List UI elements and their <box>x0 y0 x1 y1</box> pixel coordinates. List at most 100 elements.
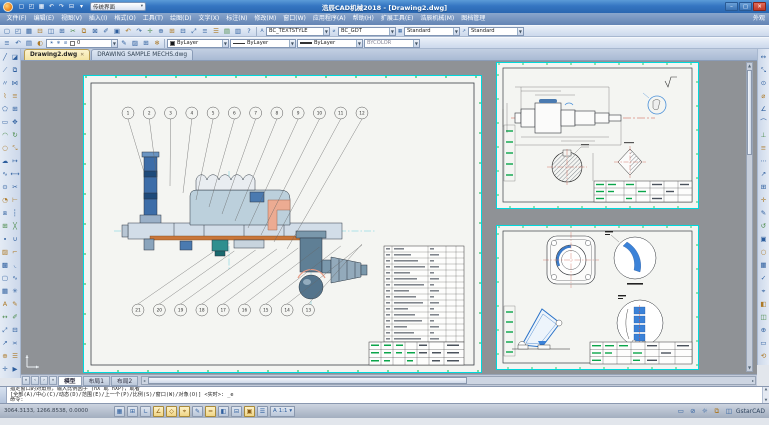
menu-item-14[interactable]: 浩辰机械(M) <box>417 13 458 25</box>
hardware-acceleration-icon[interactable]: ⧉ <box>712 406 722 416</box>
polar-icon[interactable]: ∠ <box>153 406 164 417</box>
help-icon[interactable]: ? <box>244 26 254 36</box>
dim-aligned-icon[interactable]: ⤢ <box>0 324 10 337</box>
tab-model[interactable]: 模型 <box>58 376 82 386</box>
copy-clip-icon[interactable]: ⧉ <box>79 26 89 36</box>
menu-item-13[interactable]: 扩展工具(E) <box>377 13 416 25</box>
detail-viewport-shaft[interactable] <box>497 63 698 208</box>
close-button[interactable]: ✕ <box>753 2 766 11</box>
point-icon[interactable]: ∙ <box>0 233 10 246</box>
dim-style-icon[interactable]: ▣ <box>759 233 769 246</box>
layer-match-icon[interactable]: ▨ <box>130 38 140 48</box>
plot-preview-icon[interactable]: ◫ <box>46 26 56 36</box>
move-icon[interactable]: ✥ <box>10 116 20 129</box>
zoom-realtime-icon[interactable]: ⊕ <box>156 26 166 36</box>
menu-item-2[interactable]: 视图(V) <box>58 13 86 25</box>
surface-texture-icon[interactable]: ✓ <box>759 272 769 285</box>
zoom-previous-icon[interactable]: ⊟ <box>178 26 188 36</box>
new-icon[interactable]: ▢ <box>2 26 12 36</box>
undo-icon[interactable]: ↶ <box>47 2 56 11</box>
chevron-down-icon[interactable]: ▼ <box>323 28 329 35</box>
dim-linear-icon[interactable]: ↔ <box>0 311 10 324</box>
first-layout-button[interactable]: « <box>22 376 30 385</box>
erase-icon[interactable]: ◪ <box>10 51 20 64</box>
menu-item-12[interactable]: 帮助(H) <box>349 13 377 25</box>
lineweight-combo[interactable]: ByLayer ▼ <box>297 39 363 48</box>
transparency-icon[interactable]: ◧ <box>218 406 229 417</box>
menu-item-10[interactable]: 窗口(W) <box>280 13 310 25</box>
snap-icon[interactable]: ▦ <box>114 406 125 417</box>
multiline-text-icon[interactable]: A <box>0 298 10 311</box>
dim-tolerance-icon[interactable]: ⊞ <box>759 181 769 194</box>
command-line-scrollbar[interactable]: ▲▼ <box>762 387 769 403</box>
layers-icon[interactable]: ≡ <box>200 26 210 36</box>
workspace-switcher[interactable]: 传统界面 ▾ <box>90 2 146 11</box>
block-editor-icon[interactable]: ▣ <box>112 26 122 36</box>
chevron-down-icon[interactable]: ▼ <box>356 40 362 47</box>
copy-icon[interactable]: ⧉ <box>10 64 20 77</box>
menu-item-5[interactable]: 工具(T) <box>139 13 166 25</box>
menu-item-11[interactable]: 应用程序(A) <box>309 13 349 25</box>
make-block-icon[interactable]: ⊞ <box>0 220 10 233</box>
command-line-grip[interactable] <box>0 387 7 403</box>
fillet-icon[interactable]: ◟ <box>10 259 20 272</box>
trim-icon[interactable]: ✂ <box>10 181 20 194</box>
blend-curves-icon[interactable]: ∿ <box>10 272 20 285</box>
object-snap-icon[interactable]: ◇ <box>166 406 177 417</box>
layer-freeze-icon[interactable]: ❄ <box>152 38 162 48</box>
polygon-icon[interactable]: ⬠ <box>0 103 10 116</box>
chevron-down-icon[interactable]: ▼ <box>413 40 419 47</box>
hatch-icon[interactable]: ▨ <box>0 246 10 259</box>
layer-states-icon[interactable]: ▤ <box>24 38 34 48</box>
grid-icon[interactable]: ⊞ <box>127 406 138 417</box>
offset-icon[interactable]: ≡ <box>10 90 20 103</box>
prev-layout-button[interactable]: ‹ <box>31 376 39 385</box>
model-space-icon[interactable]: ▣ <box>244 406 255 417</box>
rectangle-icon[interactable]: ▭ <box>0 116 10 129</box>
chevron-down-icon[interactable]: ▼ <box>453 28 459 35</box>
design-center-icon[interactable]: ▤ <box>222 26 232 36</box>
menu-appearance[interactable]: 外观 <box>753 13 769 25</box>
mirror-icon[interactable]: ⋈ <box>10 77 20 90</box>
dim-angular-icon[interactable]: ∠ <box>759 103 769 116</box>
line-icon[interactable]: ╱ <box>0 51 10 64</box>
chevron-down-icon[interactable]: ▼ <box>517 28 523 35</box>
layer-properties-icon[interactable]: ≡ <box>2 38 12 48</box>
dim-diameter-icon[interactable]: ⌀ <box>759 90 769 103</box>
ortho-icon[interactable]: ∟ <box>140 406 151 417</box>
minimize-button[interactable]: – <box>725 2 738 11</box>
leader-icon[interactable]: ↗ <box>0 337 10 350</box>
join-icon[interactable]: ∪ <box>10 233 20 246</box>
rotate-icon[interactable]: ↻ <box>10 129 20 142</box>
properties-palette-icon[interactable]: ☰ <box>211 26 221 36</box>
layer-isolate-icon[interactable]: ◐ <box>35 38 45 48</box>
section-symbol-icon[interactable]: ◫ <box>759 311 769 324</box>
table-style-combo[interactable]: Standard ▼ <box>404 27 460 36</box>
menu-item-4[interactable]: 格式(O) <box>111 13 139 25</box>
arc-icon[interactable]: ◠ <box>0 129 10 142</box>
mech-settings-icon[interactable]: ⟲ <box>759 350 769 363</box>
menu-item-15[interactable]: 图档管理 <box>458 13 489 25</box>
menu-item-1[interactable]: 编辑(E) <box>30 13 57 25</box>
layer-walk-icon[interactable]: ⊞ <box>141 38 151 48</box>
quick-properties-icon[interactable]: ☰ <box>257 406 268 417</box>
mleader-style-combo[interactable]: Standard ▼ <box>468 27 524 36</box>
menu-item-3[interactable]: 插入(I) <box>85 13 110 25</box>
dim-linear-icon[interactable]: ↔ <box>759 51 769 64</box>
scroll-right-icon[interactable]: ▸ <box>752 377 754 384</box>
new-icon[interactable]: ▢ <box>17 2 26 11</box>
properties-icon[interactable]: ☰ <box>10 350 20 363</box>
annotation-scale-control[interactable]: A 1:1 ▾ <box>270 406 295 417</box>
centerline-icon[interactable]: ✛ <box>0 363 10 376</box>
redo-icon[interactable]: ↷ <box>57 2 66 11</box>
insert-block-icon[interactable]: ⧈ <box>0 207 10 220</box>
scale-icon[interactable]: ⤡ <box>10 142 20 155</box>
selection-cycling-icon[interactable]: ⊟ <box>231 406 242 417</box>
stretch-icon[interactable]: ↦ <box>10 155 20 168</box>
publish-icon[interactable]: ⊞ <box>57 26 67 36</box>
tab-layout1[interactable]: 布局1 <box>83 376 110 386</box>
lock-ui-icon[interactable]: ⊘ <box>688 406 698 416</box>
clean-screen-icon[interactable]: ▭ <box>676 406 686 416</box>
pan-icon[interactable]: ✛ <box>145 26 155 36</box>
doc-tab-drawing2[interactable]: Drawing2.dwg ✕ <box>24 49 90 60</box>
